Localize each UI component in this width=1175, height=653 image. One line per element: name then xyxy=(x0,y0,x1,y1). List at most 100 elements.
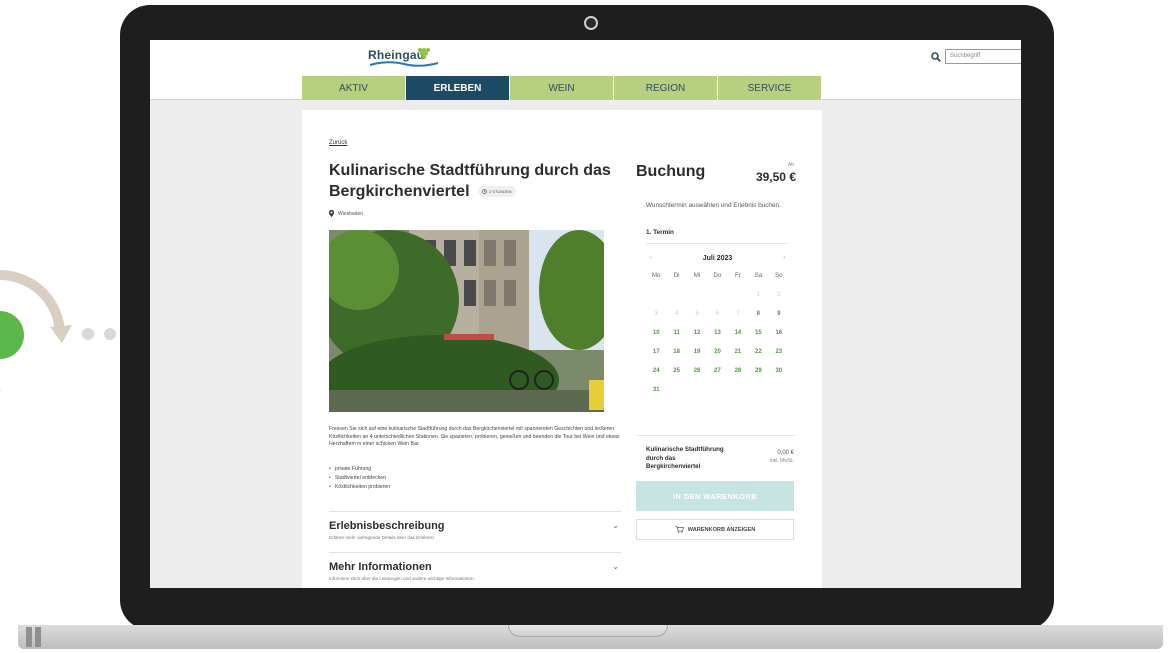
search-icon[interactable] xyxy=(931,51,941,62)
weekday-label: Di xyxy=(673,272,680,279)
nav-service[interactable]: SERVICE xyxy=(718,76,822,100)
list-item: private Führung xyxy=(329,465,390,474)
chevron-down-icon[interactable]: ⌄ xyxy=(612,562,619,571)
weekday-label: Do xyxy=(713,272,722,279)
calendar-day: 4 xyxy=(674,310,679,317)
calendar-day[interactable]: 30 xyxy=(769,361,789,380)
summary-tax: inkl. MwSt. xyxy=(769,458,794,464)
booking-summary: Kulinarische Stadtführung durch das Berg… xyxy=(636,435,796,470)
next-month-icon[interactable]: › xyxy=(779,255,789,261)
mockup-stage: Rheingau Suchbegriff AKTIV ERLEBEN WEIN xyxy=(0,0,1175,653)
nav-aktiv[interactable]: AKTIV xyxy=(302,76,406,100)
map-pin-icon xyxy=(329,210,334,217)
calendar-day[interactable]: 28 xyxy=(728,361,748,380)
main-nav: AKTIV ERLEBEN WEIN REGION SERVICE xyxy=(302,76,822,100)
calendar-day: 7 xyxy=(736,310,740,317)
accordion-description[interactable]: Erlebnisbeschreibung Erfahre mehr aufreg… xyxy=(329,511,621,551)
location-text: Wiesbaden xyxy=(338,210,364,217)
step-label: 1. Termin xyxy=(646,229,674,236)
calendar-day[interactable]: 29 xyxy=(748,361,768,380)
calendar-day[interactable]: 22 xyxy=(748,342,768,361)
price: 39,50 € xyxy=(755,170,796,184)
summary-price: 0,00 € xyxy=(777,450,794,456)
calendar-day[interactable]: 23 xyxy=(769,342,789,361)
calendar-day[interactable]: 15 xyxy=(748,323,768,342)
calendar-day[interactable]: 8 xyxy=(748,304,768,323)
calendar-day: 1 xyxy=(756,291,761,298)
nav-erleben[interactable]: ERLEBEN xyxy=(406,76,510,100)
nav-wein[interactable]: WEIN xyxy=(510,76,614,100)
prev-month-icon[interactable]: ‹ xyxy=(646,255,656,261)
page-title: Kulinarische Stadtführung durch das Berg… xyxy=(329,160,614,202)
calendar-month: Juli 2023 xyxy=(702,254,733,262)
booking-instruction: Wunschtermin auswählen und Erlebnis buch… xyxy=(646,202,781,209)
duration-text: 2 STUNDEN xyxy=(488,189,512,195)
calendar-day[interactable]: 19 xyxy=(687,342,707,361)
calendar-day: 3 xyxy=(654,310,658,317)
calendar-blank xyxy=(707,285,727,304)
calendar-day[interactable]: 13 xyxy=(707,323,727,342)
calendar-day[interactable]: 14 xyxy=(728,323,748,342)
calendar-day[interactable]: 25 xyxy=(666,361,686,380)
weekday-label: Fr xyxy=(735,272,741,279)
laptop-base xyxy=(18,625,1163,649)
calendar-day[interactable]: 12 xyxy=(687,323,707,342)
weekday-label: Mi xyxy=(693,272,701,279)
accordion-title: Mehr Informationen xyxy=(329,561,432,573)
chevron-down-icon[interactable]: ⌄ xyxy=(612,521,619,530)
calendar-day[interactable]: 16 xyxy=(769,323,789,342)
calendar-blank xyxy=(687,285,707,304)
camera-icon xyxy=(584,16,598,30)
accordion-title: Erlebnisbeschreibung xyxy=(329,520,445,532)
calendar-blank xyxy=(646,285,666,304)
feature-list: private Führung Stadtviertel entdecken K… xyxy=(329,465,390,491)
calendar-day: 6 xyxy=(715,310,720,317)
street-photo xyxy=(329,230,604,412)
weekday-label: So xyxy=(774,272,783,279)
page-title-text: Kulinarische Stadtführung durch das Berg… xyxy=(329,162,611,200)
list-item: Stadtviertel entdecken xyxy=(329,474,390,483)
calendar-day[interactable]: 11 xyxy=(666,323,686,342)
calendar-grid: Mo Di Mi Do Fr Sa So 1 2 3 4 5 6 7 8 9 10 11 12 13 14 15 16 17 1… xyxy=(646,266,789,399)
calendar-day[interactable]: 20 xyxy=(707,342,727,361)
hinge-marks xyxy=(26,627,48,647)
price-prefix: Ab xyxy=(787,162,794,168)
accordion-more-info[interactable]: Mehr Informationen Informiere Dich über … xyxy=(329,552,621,588)
booking-title: Buchung xyxy=(636,163,706,180)
calendar-day[interactable]: 17 xyxy=(646,342,666,361)
back-link[interactable]: Zurück xyxy=(329,140,347,146)
site-header: Rheingau Suchbegriff AKTIV ERLEBEN WEIN xyxy=(150,40,1021,100)
calendar-blank xyxy=(728,285,748,304)
clock-icon xyxy=(482,189,487,195)
grapes-icon xyxy=(418,48,430,59)
list-item: Köstlichkeiten probieren xyxy=(329,483,390,492)
calendar-day[interactable]: 18 xyxy=(666,342,686,361)
calendar-header: ‹ Juli 2023 › xyxy=(646,250,789,266)
calendar-day[interactable]: 31 xyxy=(646,380,666,399)
calendar-day: 2 xyxy=(777,291,781,298)
logo-wave xyxy=(369,61,439,67)
weekday-label: Mo xyxy=(651,272,661,279)
calendar-day[interactable]: 9 xyxy=(769,304,789,323)
duration-badge: 2 STUNDEN xyxy=(477,186,516,198)
location: Wiesbaden xyxy=(329,210,363,217)
summary-name: Kulinarische Stadtführung durch das Berg… xyxy=(646,446,724,470)
nav-region[interactable]: REGION xyxy=(614,76,718,100)
calendar-day[interactable]: 21 xyxy=(728,342,748,361)
calendar-day[interactable]: 27 xyxy=(707,361,727,380)
experience-card: Zurück Kulinarische Stadtführung durch d… xyxy=(302,110,822,588)
calendar-day[interactable]: 26 xyxy=(687,361,707,380)
calendar-day: 5 xyxy=(695,310,699,317)
search-input[interactable]: Suchbegriff xyxy=(945,49,1021,64)
description: Fressen Sie sich auf eine kulinarische S… xyxy=(329,426,620,448)
accordion-subtitle: Erfahre mehr aufregende Details über das… xyxy=(329,535,434,540)
calendar-day[interactable]: 10 xyxy=(646,323,666,342)
show-cart-label: WARENKORB ANZEIGEN xyxy=(687,526,756,533)
search-area: Suchbegriff xyxy=(931,49,1021,64)
calendar-blank xyxy=(666,285,686,304)
add-to-cart-button[interactable]: IN DEN WARENKORB xyxy=(636,481,794,511)
show-cart-button[interactable]: WARENKORB ANZEIGEN xyxy=(636,519,794,540)
accordion-subtitle: Informiere Dich über die Leistungen und … xyxy=(329,576,475,581)
calendar-day[interactable]: 24 xyxy=(646,361,666,380)
cart-icon xyxy=(675,526,684,533)
